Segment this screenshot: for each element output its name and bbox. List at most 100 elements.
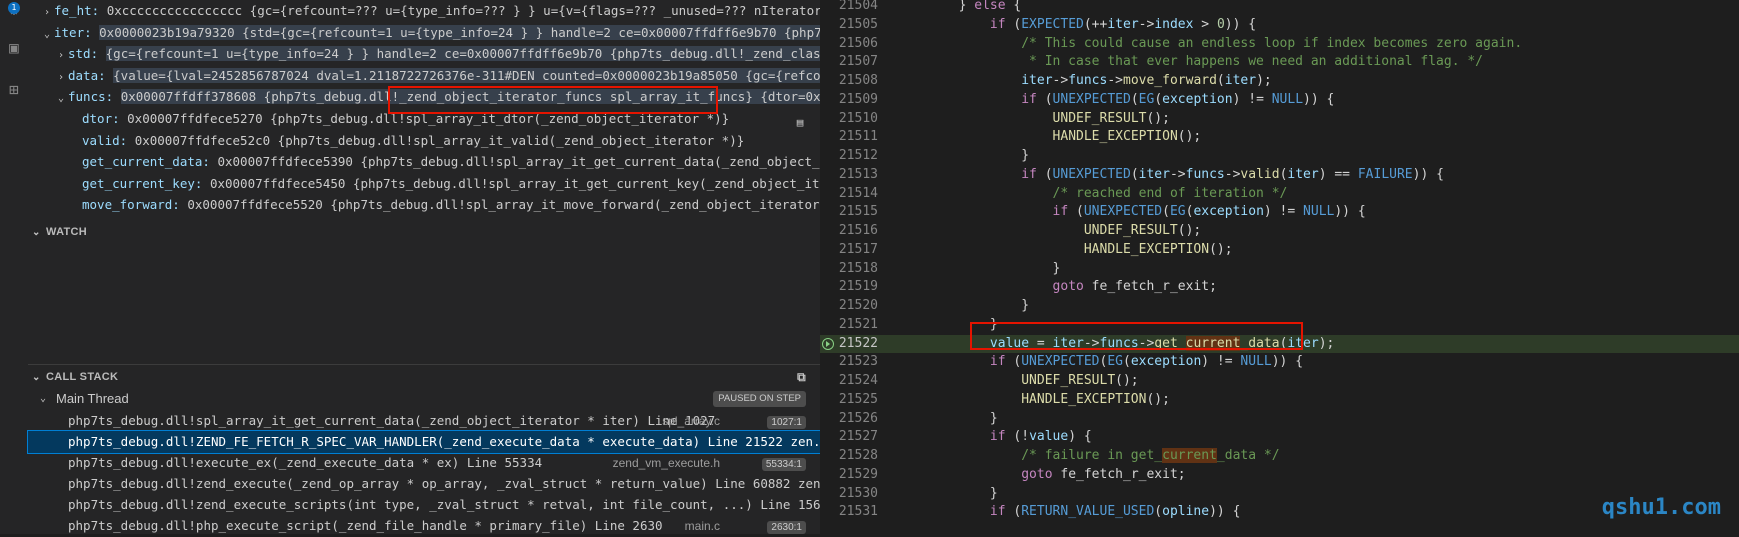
line-number[interactable]: 21510 xyxy=(820,110,878,129)
line-number[interactable]: 21509 xyxy=(820,91,878,110)
code-text: if (UNEXPECTED(iter->funcs->valid(iter) … xyxy=(1021,166,1444,182)
code-text: if (EXPECTED(++iter->index > 0)) { xyxy=(989,16,1257,32)
chevron-down-icon[interactable]: ⌄ xyxy=(54,88,68,108)
stack-frame[interactable]: php7ts_debug.dll!zend_execute_scripts(in… xyxy=(28,494,820,516)
debug-sidebar: › fe_ht: 0xcccccccccccccccc {gc={refcount… xyxy=(27,0,821,534)
notification-badge: 1 xyxy=(8,2,20,14)
variable-row[interactable]: dtor: 0x00007ffdfece5270 {php7ts_debug.d… xyxy=(28,108,820,130)
code-line[interactable]: 21514 /* reached end of iteration */ xyxy=(820,185,1739,204)
variable-value: {gc={refcount=1 u={type_info=24 } } hand… xyxy=(105,46,820,62)
variable-row[interactable]: get_current_data: 0x00007ffdfece5390 {ph… xyxy=(28,151,820,173)
line-number[interactable]: 21513 xyxy=(820,166,878,185)
line-number[interactable]: 21523 xyxy=(820,353,878,372)
code-line[interactable]: 21519 goto fe_fetch_r_exit; xyxy=(820,278,1739,297)
code-line[interactable]: 21515 if (UNEXPECTED(EG(exception) != NU… xyxy=(820,203,1739,222)
line-number[interactable]: 21504 xyxy=(820,0,878,16)
stack-frame[interactable]: php7ts_debug.dll!execute_ex(_zend_execut… xyxy=(28,452,820,474)
code-line[interactable]: 21504 } else { xyxy=(820,0,1739,16)
variable-row[interactable]: › fe_ht: 0xcccccccccccccccc {gc={refcount… xyxy=(28,0,820,22)
line-number[interactable]: 21531 xyxy=(820,503,878,522)
line-number[interactable]: 21507 xyxy=(820,53,878,72)
line-number[interactable]: 21525 xyxy=(820,391,878,410)
code-text: if (UNEXPECTED(EG(exception) != NULL)) { xyxy=(1052,204,1366,220)
code-line[interactable]: 21528 /* failure in get_current_data */ xyxy=(820,447,1739,466)
line-number[interactable]: 21514 xyxy=(820,185,878,204)
code-line[interactable]: 21525 HANDLE_EXCEPTION(); xyxy=(820,391,1739,410)
code-line[interactable]: 21505 if (EXPECTED(++iter->index > 0)) { xyxy=(820,16,1739,35)
variable-name: iter: xyxy=(54,24,100,40)
code-line[interactable]: 21507 * In case that ever happens we nee… xyxy=(820,53,1739,72)
line-number[interactable]: 21528 xyxy=(820,447,878,466)
variable-row[interactable]: valid: 0x00007ffdfece52c0 {php7ts_debug.… xyxy=(28,130,820,152)
code-line[interactable]: 21517 HANDLE_EXCEPTION(); xyxy=(820,241,1739,260)
line-number[interactable]: 21526 xyxy=(820,410,878,429)
line-number[interactable]: 21506 xyxy=(820,35,878,54)
code-line[interactable]: 21524 UNDEF_RESULT(); xyxy=(820,372,1739,391)
variable-name: std: xyxy=(68,46,106,62)
variable-value: 0x00007ffdfece5450 {php7ts_debug.dll!spl… xyxy=(209,175,820,191)
line-number[interactable]: 21529 xyxy=(820,466,878,485)
code-text: } else { xyxy=(896,0,1022,13)
chevron-down-icon: ⌄ xyxy=(32,227,41,238)
code-line[interactable]: 21509 if (UNEXPECTED(EG(exception) != NU… xyxy=(820,91,1739,110)
chevron-right-icon[interactable]: › xyxy=(54,45,68,65)
variable-row[interactable]: › std: {gc={refcount=1 u={type_info=24 } … xyxy=(28,43,820,65)
line-number[interactable]: 21519 xyxy=(820,278,878,297)
line-number[interactable]: 21521 xyxy=(820,316,878,335)
code-line[interactable]: 21518 } xyxy=(820,260,1739,279)
variable-value: 0x00007ffdfece5390 {php7ts_debug.dll!spl… xyxy=(217,154,820,170)
line-number[interactable]: 21527 xyxy=(820,428,878,447)
line-number[interactable]: 21508 xyxy=(820,72,878,91)
code-line[interactable]: 21516 UNDEF_RESULT(); xyxy=(820,222,1739,241)
line-number[interactable]: 21516 xyxy=(820,222,878,241)
variable-name: fe_ht: xyxy=(54,3,107,18)
callstack-section-header[interactable]: ⌄ CALL STACK ⧉ xyxy=(28,366,820,388)
line-number[interactable]: 21517 xyxy=(820,241,878,260)
line-number[interactable]: 21530 xyxy=(820,485,878,504)
code-line[interactable]: 21521 } xyxy=(820,316,1739,335)
code-line[interactable]: 21522 value = iter->funcs->get_current_d… xyxy=(820,334,1739,354)
code-line[interactable]: 21520 } xyxy=(820,297,1739,316)
code-editor[interactable]: 21504 } else {21505 if (EXPECTED(++iter-… xyxy=(820,0,1739,534)
stack-frame[interactable]: php7ts_debug.dll!zend_execute(_zend_op_a… xyxy=(28,473,820,495)
line-number[interactable]: 21512 xyxy=(820,147,878,166)
code-line[interactable]: 21523 if (UNEXPECTED(EG(exception) != NU… xyxy=(820,353,1739,372)
code-line[interactable]: 21511 HANDLE_EXCEPTION(); xyxy=(820,128,1739,147)
variable-row[interactable]: ⌄ funcs: 0x00007ffdff378608 {php7ts_debug… xyxy=(28,86,820,108)
collapse-all-icon[interactable]: ⧉ xyxy=(797,366,806,388)
code-line[interactable]: 21526 } xyxy=(820,410,1739,429)
code-line[interactable]: 21527 if (!value) { xyxy=(820,428,1739,447)
stack-frame[interactable]: php7ts_debug.dll!ZEND_FE_FETCH_R_SPEC_VA… xyxy=(27,430,821,454)
thread-row[interactable]: ⌄ Main Thread PAUSED ON STEP xyxy=(28,388,820,410)
extensions-icon[interactable]: ⊞ xyxy=(4,80,24,100)
code-line[interactable]: 21513 if (UNEXPECTED(iter->funcs->valid(… xyxy=(820,166,1739,185)
code-line[interactable]: 21506 /* This could cause an endless loo… xyxy=(820,35,1739,54)
line-number[interactable]: 21518 xyxy=(820,260,878,279)
remote-explorer-icon[interactable]: ▣ xyxy=(4,38,24,58)
line-number[interactable]: 21524 xyxy=(820,372,878,391)
code-text: /* failure in get_current_data */ xyxy=(1021,448,1280,463)
variable-row[interactable]: ⌄ iter: 0x0000023b19a79320 {std={gc={refc… xyxy=(28,22,820,44)
variable-row[interactable]: move_forward: 0x00007ffdfece5520 {php7ts… xyxy=(28,194,820,216)
variable-row[interactable]: get_current_key: 0x00007ffdfece5450 {php… xyxy=(28,173,820,195)
chevron-down-icon[interactable]: ⌄ xyxy=(40,24,54,44)
variable-name: get_current_data: xyxy=(82,154,218,170)
chevron-right-icon[interactable]: › xyxy=(54,67,68,87)
line-number[interactable]: 21505 xyxy=(820,16,878,35)
code-line[interactable]: 21529 goto fe_fetch_r_exit; xyxy=(820,466,1739,485)
code-line[interactable]: 21512 } xyxy=(820,147,1739,166)
variable-value: 0x0000023b19a79320 {std={gc={refcount=1 … xyxy=(99,24,820,40)
watch-section-header[interactable]: ⌄ WATCH xyxy=(28,221,820,243)
line-number[interactable]: 21511 xyxy=(820,128,878,147)
view-binary-icon[interactable]: ▤ xyxy=(793,116,807,130)
code-text: UNDEF_RESULT(); xyxy=(1021,373,1139,388)
code-line[interactable]: 21508 iter->funcs->move_forward(iter); xyxy=(820,72,1739,91)
chevron-right-icon[interactable]: › xyxy=(40,2,54,22)
chevron-down-icon: ⌄ xyxy=(40,393,47,404)
code-line[interactable]: 21510 UNDEF_RESULT(); xyxy=(820,110,1739,129)
variable-row[interactable]: › data: {value={lval=2452856787024 dval=1… xyxy=(28,65,820,87)
frame-file: spl_array.c xyxy=(662,414,720,428)
line-number[interactable]: 21520 xyxy=(820,297,878,316)
line-number[interactable]: 21515 xyxy=(820,203,878,222)
stack-frame[interactable]: php7ts_debug.dll!spl_array_it_get_curren… xyxy=(28,410,820,432)
